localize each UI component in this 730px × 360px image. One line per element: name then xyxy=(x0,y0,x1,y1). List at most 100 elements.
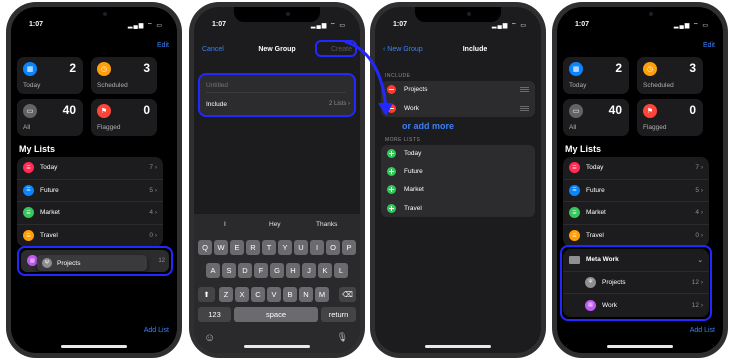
phone-1: 1:07 ▂▄▆ ⌔ ▭ Edit ▦ 2 Today ◷ 3 Schedule… xyxy=(6,2,182,358)
list-count: 0 › xyxy=(149,232,157,240)
key-j[interactable]: J xyxy=(302,263,316,278)
key-z[interactable]: Z xyxy=(219,287,233,302)
list-item-future[interactable]: ☰ Future 5 › xyxy=(17,180,163,202)
list-count: 7 › xyxy=(695,164,703,172)
key-n[interactable]: N xyxy=(299,287,313,302)
included-item-projects[interactable]: Projects xyxy=(381,81,535,99)
key-s[interactable]: S xyxy=(222,263,236,278)
edit-button[interactable]: Edit xyxy=(703,42,715,49)
remove-icon[interactable] xyxy=(387,85,396,94)
list-bullet-icon: ☰ xyxy=(569,184,580,196)
all-card[interactable]: ▭ 40 All xyxy=(17,99,83,136)
key-y[interactable]: Y xyxy=(278,240,292,255)
scheduled-label: Scheduled xyxy=(643,82,674,89)
more-item-market[interactable]: Market xyxy=(381,181,535,199)
add-icon[interactable] xyxy=(387,167,396,176)
more-item-future[interactable]: Future xyxy=(381,163,535,181)
list-item-today[interactable]: ☰ Today 7 › xyxy=(17,157,163,180)
key-q[interactable]: Q xyxy=(198,240,212,255)
list-item-travel[interactable]: ☰ Travel 0 › xyxy=(17,225,163,248)
key-h[interactable]: H xyxy=(286,263,300,278)
add-icon[interactable] xyxy=(387,149,396,158)
group-highlight xyxy=(560,245,712,321)
more-item-today[interactable]: Today xyxy=(381,145,535,163)
edit-button[interactable]: Edit xyxy=(157,42,169,49)
key-w[interactable]: W xyxy=(214,240,228,255)
key-o[interactable]: O xyxy=(326,240,340,255)
add-list-button[interactable]: Add List xyxy=(144,327,169,334)
key-v[interactable]: V xyxy=(267,287,281,302)
all-card[interactable]: ▭ 40 All xyxy=(563,99,629,136)
add-icon[interactable] xyxy=(387,185,396,194)
add-list-button[interactable]: Add List xyxy=(690,327,715,334)
list-item-market[interactable]: ☰ Market 4 › xyxy=(563,202,709,225)
today-count: 2 xyxy=(615,61,622,75)
home-indicator xyxy=(61,345,127,348)
flagged-count: 0 xyxy=(689,103,696,117)
key-a[interactable]: A xyxy=(206,263,220,278)
shift-key[interactable]: ⬆ xyxy=(198,287,215,302)
clock-icon: ◷ xyxy=(97,62,111,76)
notch xyxy=(234,7,320,22)
home-indicator xyxy=(244,345,310,348)
return-key[interactable]: return xyxy=(321,307,356,322)
key-p[interactable]: P xyxy=(342,240,356,255)
flagged-card[interactable]: ⚑ 0 Flagged xyxy=(637,99,703,136)
key-e[interactable]: E xyxy=(230,240,244,255)
list-count: 4 › xyxy=(149,209,157,217)
key-i[interactable]: I xyxy=(310,240,324,255)
flagged-card[interactable]: ⚑ 0 Flagged xyxy=(91,99,157,136)
key-m[interactable]: M xyxy=(315,287,329,302)
today-card[interactable]: ▦ 2 Today xyxy=(17,57,83,94)
microphone-icon[interactable]: 🎙 xyxy=(337,332,348,343)
key-l[interactable]: L xyxy=(334,263,348,278)
more-lists: Today Future Market Travel xyxy=(381,145,535,217)
list-name: Today xyxy=(586,164,604,172)
backspace-key[interactable]: ⌫ xyxy=(339,287,356,302)
list-count: 4 › xyxy=(695,209,703,217)
key-f[interactable]: F xyxy=(254,263,268,278)
my-lists-heading: My Lists xyxy=(19,144,56,154)
reorder-icon[interactable] xyxy=(520,105,529,111)
key-x[interactable]: X xyxy=(235,287,249,302)
list-item-today[interactable]: ☰ Today 7 › xyxy=(563,157,709,180)
suggestion-3[interactable]: Thanks xyxy=(316,221,337,228)
key-d[interactable]: D xyxy=(238,263,252,278)
list-count: 5 › xyxy=(695,186,703,194)
add-icon[interactable] xyxy=(387,203,396,213)
space-key[interactable]: space xyxy=(234,307,318,322)
tray-icon: ▭ xyxy=(23,104,37,118)
all-label: All xyxy=(569,124,577,131)
lists-group: ☰ Today 7 › ☰ Future 5 › ☰ Market 4 › ☰ Travel 0… xyxy=(563,157,709,247)
key-g[interactable]: G xyxy=(270,263,284,278)
list-bullet-icon: ☰ xyxy=(23,162,34,174)
all-label: All xyxy=(23,124,31,131)
include-title: Include xyxy=(462,46,488,53)
suggestion-1[interactable]: I xyxy=(224,221,226,228)
scheduled-card[interactable]: ◷ 3 Scheduled xyxy=(637,57,703,94)
key-b[interactable]: B xyxy=(283,287,297,302)
numbers-key[interactable]: 123 xyxy=(198,307,231,322)
included-item-work[interactable]: Work xyxy=(381,99,535,117)
list-count: 5 › xyxy=(149,186,157,194)
key-t[interactable]: T xyxy=(262,240,276,255)
emoji-icon[interactable]: ☺ xyxy=(204,332,215,344)
list-item-future[interactable]: ☰ Future 5 › xyxy=(563,180,709,202)
key-c[interactable]: C xyxy=(251,287,265,302)
list-item-travel[interactable]: ☰ Travel 0 › xyxy=(563,225,709,248)
today-card[interactable]: ▦ 2 Today xyxy=(563,57,629,94)
list-name: Future xyxy=(40,186,59,194)
create-highlight xyxy=(315,40,357,57)
list-item-market[interactable]: ☰ Market 4 › xyxy=(17,202,163,225)
form-highlight xyxy=(198,73,356,117)
key-k[interactable]: K xyxy=(318,263,332,278)
suggestion-2[interactable]: Hey xyxy=(269,221,281,228)
scheduled-card[interactable]: ◷ 3 Scheduled xyxy=(91,57,157,94)
key-u[interactable]: U xyxy=(294,240,308,255)
list-bullet-icon: ☰ xyxy=(23,207,34,219)
key-r[interactable]: R xyxy=(246,240,260,255)
remove-icon[interactable] xyxy=(387,103,396,113)
reorder-icon[interactable] xyxy=(520,87,529,92)
home-indicator xyxy=(607,345,673,348)
more-item-travel[interactable]: Travel xyxy=(381,199,535,217)
